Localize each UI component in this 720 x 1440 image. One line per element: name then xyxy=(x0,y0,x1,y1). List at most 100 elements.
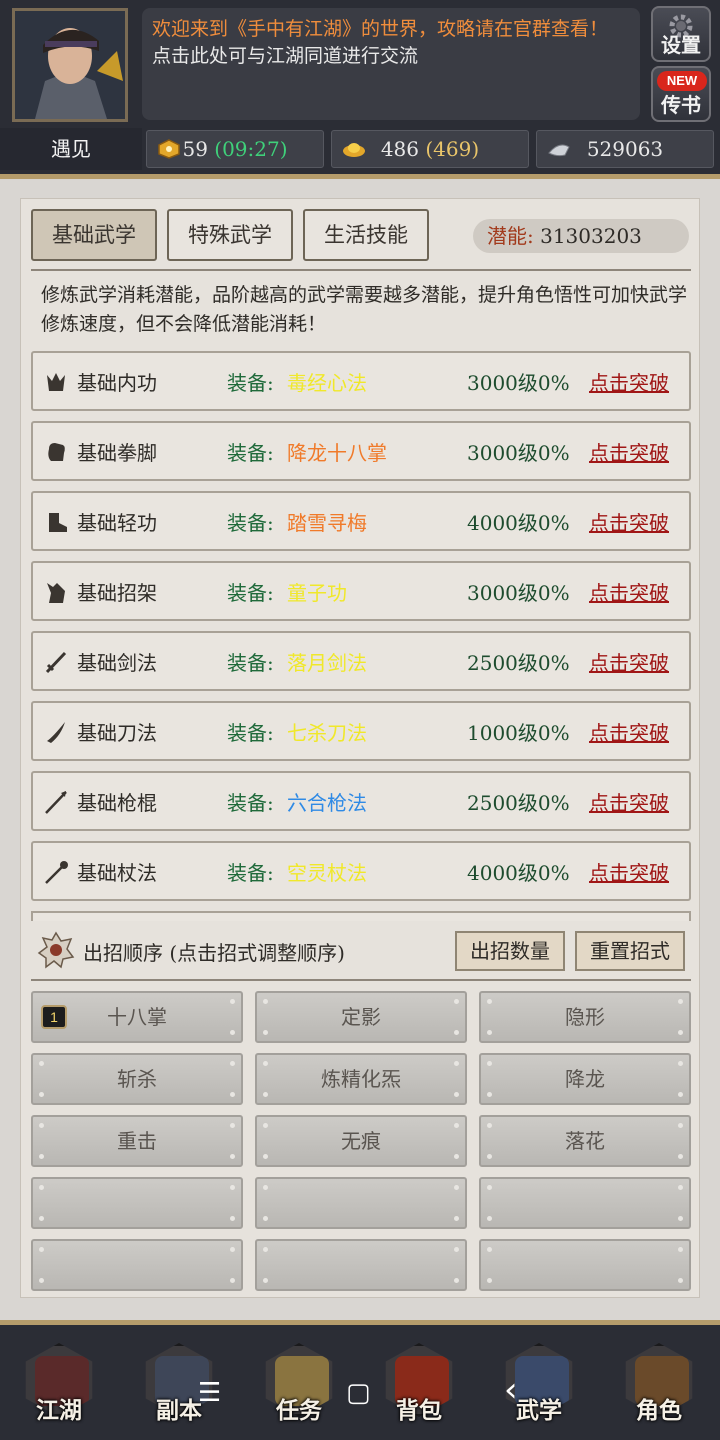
skill-level: 2500级0% xyxy=(467,791,570,815)
system-back-icon[interactable]: ‹ xyxy=(504,1370,518,1410)
move-label: 斩杀 xyxy=(117,1067,157,1091)
encounter-button[interactable]: 遇见 xyxy=(0,128,142,170)
system-menu-icon[interactable]: ☰ xyxy=(198,1378,221,1408)
move-label: 定影 xyxy=(341,1005,381,1029)
nav-bag[interactable]: 背包 xyxy=(382,1343,456,1424)
move-slot-empty[interactable] xyxy=(31,1177,243,1229)
silver-resource[interactable]: 529063 xyxy=(536,130,714,168)
move-slot[interactable]: 降龙 xyxy=(479,1053,691,1105)
skill-row-spear[interactable]: 基础枪棍 装备: 六合枪法 2500级0% 点击突破 xyxy=(31,771,691,831)
potential-display: 潜能: 31303203 xyxy=(473,219,689,253)
skill-name: 基础内功 xyxy=(77,371,157,395)
settings-button[interactable]: 设置 xyxy=(651,6,711,62)
skill-row-staff[interactable]: 基础杖法 装备: 空灵杖法 4000级0% 点击突破 xyxy=(31,841,691,901)
skill-level: 3000级0% xyxy=(467,371,570,395)
move-slot[interactable]: 落花 xyxy=(479,1115,691,1167)
skill-row-lightness[interactable]: 基础轻功 装备: 踏雪寻梅 4000级0% 点击突破 xyxy=(31,491,691,551)
skill-level: 3000级0% xyxy=(467,441,570,465)
nav-tasks[interactable]: 任务 xyxy=(262,1343,336,1424)
move-label: 十八掌 xyxy=(107,1005,167,1029)
move-label: 重击 xyxy=(117,1129,157,1153)
move-slot[interactable]: 斩杀 xyxy=(31,1053,243,1105)
breakthrough-link[interactable]: 点击突破 xyxy=(589,787,669,816)
skill-row-saber[interactable]: 基础刀法 装备: 七杀刀法 1000级0% 点击突破 xyxy=(31,701,691,761)
breakthrough-link[interactable]: 点击突破 xyxy=(589,577,669,606)
skill-name: 基础拳脚 xyxy=(77,441,157,465)
move-slot[interactable]: 无痕 xyxy=(255,1115,467,1167)
system-home-icon[interactable]: ▢ xyxy=(346,1378,371,1408)
equipped-art: 空灵杖法 xyxy=(287,861,367,885)
skill-row-partial xyxy=(31,911,691,921)
chat-message-box[interactable]: 欢迎来到《手中有江湖》的世界，攻略请在官群查看！ 点击此处可与江湖同道进行交流 xyxy=(142,8,640,120)
sword-icon xyxy=(45,651,67,674)
stamina-value: 59 xyxy=(182,137,208,161)
move-label: 降龙 xyxy=(565,1067,605,1091)
move-slot-empty[interactable] xyxy=(31,1239,243,1291)
move-count-button[interactable]: 出招数量 xyxy=(455,931,565,971)
spear-icon xyxy=(45,791,67,814)
skill-name: 基础杖法 xyxy=(77,861,157,885)
potential-label: 潜能: xyxy=(487,224,534,248)
move-slot-empty[interactable] xyxy=(255,1239,467,1291)
tab-basic-arts[interactable]: 基础武学 xyxy=(31,209,157,261)
tab-life-skills[interactable]: 生活技能 xyxy=(303,209,429,261)
tab-special-arts[interactable]: 特殊武学 xyxy=(167,209,293,261)
move-label: 炼精化炁 xyxy=(321,1067,401,1091)
move-slot[interactable]: 隐形 xyxy=(479,991,691,1043)
community-message: 点击此处可与江湖同道进行交流 xyxy=(152,45,419,67)
skill-level: 2500级0% xyxy=(467,651,570,675)
letter-label: 传书 xyxy=(661,93,701,117)
skill-row-parry[interactable]: 基础招架 装备: 童子功 3000级0% 点击突破 xyxy=(31,561,691,621)
breakthrough-link[interactable]: 点击突破 xyxy=(589,437,669,466)
breakthrough-link[interactable]: 点击突破 xyxy=(589,717,669,746)
fist-icon xyxy=(48,443,65,461)
equip-label: 装备: xyxy=(227,791,274,815)
boot-icon xyxy=(49,513,67,532)
equip-label: 装备: xyxy=(227,721,274,745)
move-slot-empty[interactable] xyxy=(479,1239,691,1291)
reset-moves-button[interactable]: 重置招式 xyxy=(575,931,685,971)
equipped-art: 落月剑法 xyxy=(287,651,367,675)
gold-bound-value: (469) xyxy=(425,137,480,161)
equip-label: 装备: xyxy=(227,581,274,605)
move-slot[interactable]: 炼精化炁 xyxy=(255,1053,467,1105)
equipped-art: 童子功 xyxy=(287,581,347,605)
breakthrough-link[interactable]: 点击突破 xyxy=(589,857,669,886)
equipped-art: 毒经心法 xyxy=(287,371,367,395)
skill-row-sword[interactable]: 基础剑法 装备: 落月剑法 2500级0% 点击突破 xyxy=(31,631,691,691)
skill-row-fist[interactable]: 基础拳脚 装备: 降龙十八掌 3000级0% 点击突破 xyxy=(31,421,691,481)
nav-character[interactable]: 角色 xyxy=(622,1343,696,1424)
gold-value: 486 xyxy=(380,137,420,161)
inner-power-icon xyxy=(47,373,65,391)
equip-label: 装备: xyxy=(227,511,274,535)
nav-jianghu[interactable]: 江湖 xyxy=(22,1343,96,1424)
new-badge: NEW xyxy=(657,71,707,91)
skill-name: 基础枪棍 xyxy=(77,791,157,815)
skill-name: 基础轻功 xyxy=(77,511,157,535)
breakthrough-link[interactable]: 点击突破 xyxy=(589,647,669,676)
stamina-timer: (09:27) xyxy=(214,137,288,161)
move-slot[interactable]: 1 十八掌 xyxy=(31,991,243,1043)
gold-resource[interactable]: 486 (469) xyxy=(331,130,529,168)
move-slot-empty[interactable] xyxy=(479,1177,691,1229)
breakthrough-link[interactable]: 点击突破 xyxy=(589,367,669,396)
breakthrough-link[interactable]: 点击突破 xyxy=(589,507,669,536)
move-slot[interactable]: 定影 xyxy=(255,991,467,1043)
letter-button[interactable]: NEW 传书 xyxy=(651,66,711,122)
player-avatar[interactable] xyxy=(12,8,128,122)
move-slot-empty[interactable] xyxy=(255,1177,467,1229)
tab-divider xyxy=(31,269,691,271)
stamina-resource[interactable]: 59 (09:27) xyxy=(146,130,324,168)
settings-label: 设置 xyxy=(661,33,701,57)
skill-name: 基础剑法 xyxy=(77,651,157,675)
move-label: 无痕 xyxy=(341,1129,381,1153)
move-slot[interactable]: 重击 xyxy=(31,1115,243,1167)
skill-level: 1000级0% xyxy=(467,721,570,745)
order-divider xyxy=(31,979,691,981)
order-seal-icon: 1 xyxy=(41,1005,67,1029)
skill-row-inner-power[interactable]: 基础内功 装备: 毒经心法 3000级0% 点击突破 xyxy=(31,351,691,411)
skill-name: 基础刀法 xyxy=(77,721,157,745)
skill-name: 基础招架 xyxy=(77,581,157,605)
equip-label: 装备: xyxy=(227,441,274,465)
equipped-art: 踏雪寻梅 xyxy=(287,511,367,535)
